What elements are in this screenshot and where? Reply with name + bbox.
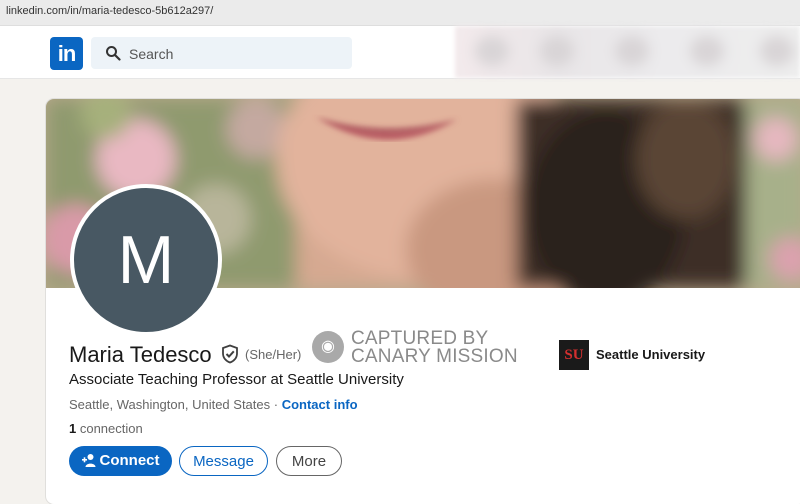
search-box[interactable] (91, 37, 352, 69)
url-text[interactable]: linkedin.com/in/maria-tedesco-5b612a297/ (6, 5, 213, 17)
messaging-icon[interactable] (690, 36, 724, 66)
connect-button[interactable]: Connect (69, 446, 172, 476)
connections-count[interactable]: 1 connection (69, 421, 143, 436)
profile-pronouns: (She/Her) (245, 347, 302, 362)
more-button[interactable]: More (276, 446, 342, 476)
blurred-nav-icons (455, 26, 800, 78)
stamp-line-2: CANARY MISSION (351, 346, 518, 367)
profile-card: M Maria Tedesco (She/Her) ◉ CAPTURED BY … (46, 99, 800, 504)
location-separator: · (270, 397, 282, 412)
notifications-icon[interactable] (760, 36, 794, 66)
browser-address-bar[interactable]: linkedin.com/in/maria-tedesco-5b612a297/ (0, 0, 800, 26)
profile-avatar[interactable]: M (70, 184, 222, 336)
profile-name: Maria Tedesco (69, 342, 212, 367)
contact-info-link[interactable]: Contact info (282, 397, 358, 412)
connect-label: Connect (99, 452, 160, 469)
connections-label: connection (76, 421, 143, 436)
canary-mission-stamp: ◉ CAPTURED BY CANARY MISSION (312, 328, 518, 369)
linkedin-logo[interactable]: in (50, 37, 83, 70)
top-navigation: in (0, 26, 800, 79)
canary-bird-icon: ◉ (312, 331, 344, 363)
profile-headline: Associate Teaching Professor at Seattle … (69, 371, 404, 388)
profile-location-row: Seattle, Washington, United States · Con… (69, 397, 358, 412)
profile-location: Seattle, Washington, United States (69, 397, 271, 412)
message-button[interactable]: Message (179, 446, 268, 476)
home-icon[interactable] (475, 36, 509, 66)
add-person-icon (81, 454, 95, 467)
verified-shield-icon[interactable] (220, 344, 240, 364)
school-name[interactable]: Seattle University (596, 347, 705, 362)
seattle-university-logo: SU (559, 340, 589, 370)
network-icon[interactable] (540, 36, 574, 66)
jobs-icon[interactable] (615, 36, 649, 66)
search-input[interactable] (127, 43, 341, 65)
search-icon (106, 46, 121, 61)
